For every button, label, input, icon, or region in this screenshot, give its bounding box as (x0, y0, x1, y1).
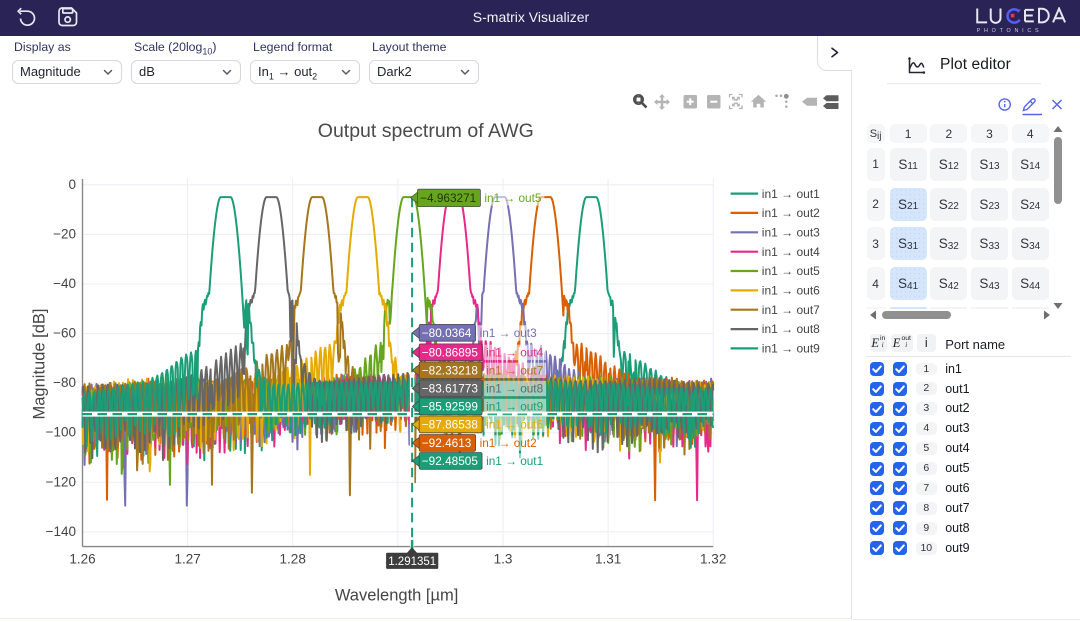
svg-text:Output spectrum of AWG: Output spectrum of AWG (318, 120, 534, 142)
svg-text:in1 → out1: in1 → out1 (762, 187, 820, 201)
svg-text:−85.92599: −85.92599 (422, 400, 478, 414)
svg-text:−4.963271: −4.963271 (420, 191, 476, 205)
svg-text:in1 → out7: in1 → out7 (486, 363, 543, 377)
svg-text:−82.33218: −82.33218 (422, 363, 479, 377)
svg-text:−80: −80 (53, 375, 76, 390)
svg-text:−83.61773: −83.61773 (422, 382, 479, 396)
svg-text:PHOTONICS: PHOTONICS (977, 27, 1043, 33)
svg-text:1.32: 1.32 (700, 552, 726, 567)
svg-text:in1 → out2: in1 → out2 (480, 436, 537, 450)
svg-text:−92.48505: −92.48505 (422, 454, 479, 468)
svg-text:in1 → out9: in1 → out9 (486, 400, 543, 414)
svg-text:−140: −140 (46, 524, 76, 539)
svg-text:1.26: 1.26 (69, 552, 95, 567)
svg-text:1.28: 1.28 (280, 552, 306, 567)
svg-text:−60: −60 (53, 326, 76, 341)
svg-text:Wavelength [µm]: Wavelength [µm] (335, 587, 459, 605)
svg-text:−92.4613: −92.4613 (422, 436, 472, 450)
svg-text:in1 → out5: in1 → out5 (484, 191, 541, 205)
svg-text:in1 → out1: in1 → out1 (486, 454, 543, 468)
svg-text:in1 → out8: in1 → out8 (486, 382, 543, 396)
svg-text:1.291351: 1.291351 (388, 556, 436, 568)
svg-text:in1 → out3: in1 → out3 (480, 326, 537, 340)
svg-text:−80.0364: −80.0364 (422, 326, 472, 340)
svg-text:−120: −120 (46, 474, 76, 489)
svg-text:in1 → out6: in1 → out6 (762, 284, 820, 298)
svg-text:Magnitude [dB]: Magnitude [dB] (31, 309, 49, 420)
svg-text:−100: −100 (46, 425, 76, 440)
svg-text:in1 → out6: in1 → out6 (486, 418, 543, 432)
svg-text:−20: −20 (53, 226, 76, 241)
svg-text:in1 → out4: in1 → out4 (486, 345, 543, 359)
svg-text:in1 → out8: in1 → out8 (762, 322, 820, 336)
svg-text:0: 0 (68, 177, 76, 192)
svg-text:in1 → out9: in1 → out9 (762, 342, 820, 356)
svg-text:1.3: 1.3 (494, 552, 513, 567)
svg-text:in1 → out5: in1 → out5 (762, 264, 820, 278)
svg-text:in1 → out3: in1 → out3 (762, 226, 820, 240)
svg-text:−80.86895: −80.86895 (422, 345, 479, 359)
svg-text:in1 → out7: in1 → out7 (762, 303, 820, 317)
svg-text:−40: −40 (53, 276, 76, 291)
svg-text:1.27: 1.27 (174, 552, 200, 567)
svg-text:in1 → out2: in1 → out2 (762, 206, 820, 220)
svg-text:1.31: 1.31 (595, 552, 621, 567)
svg-text:in1 → out4: in1 → out4 (762, 245, 820, 259)
svg-text:−87.86538: −87.86538 (422, 418, 479, 432)
